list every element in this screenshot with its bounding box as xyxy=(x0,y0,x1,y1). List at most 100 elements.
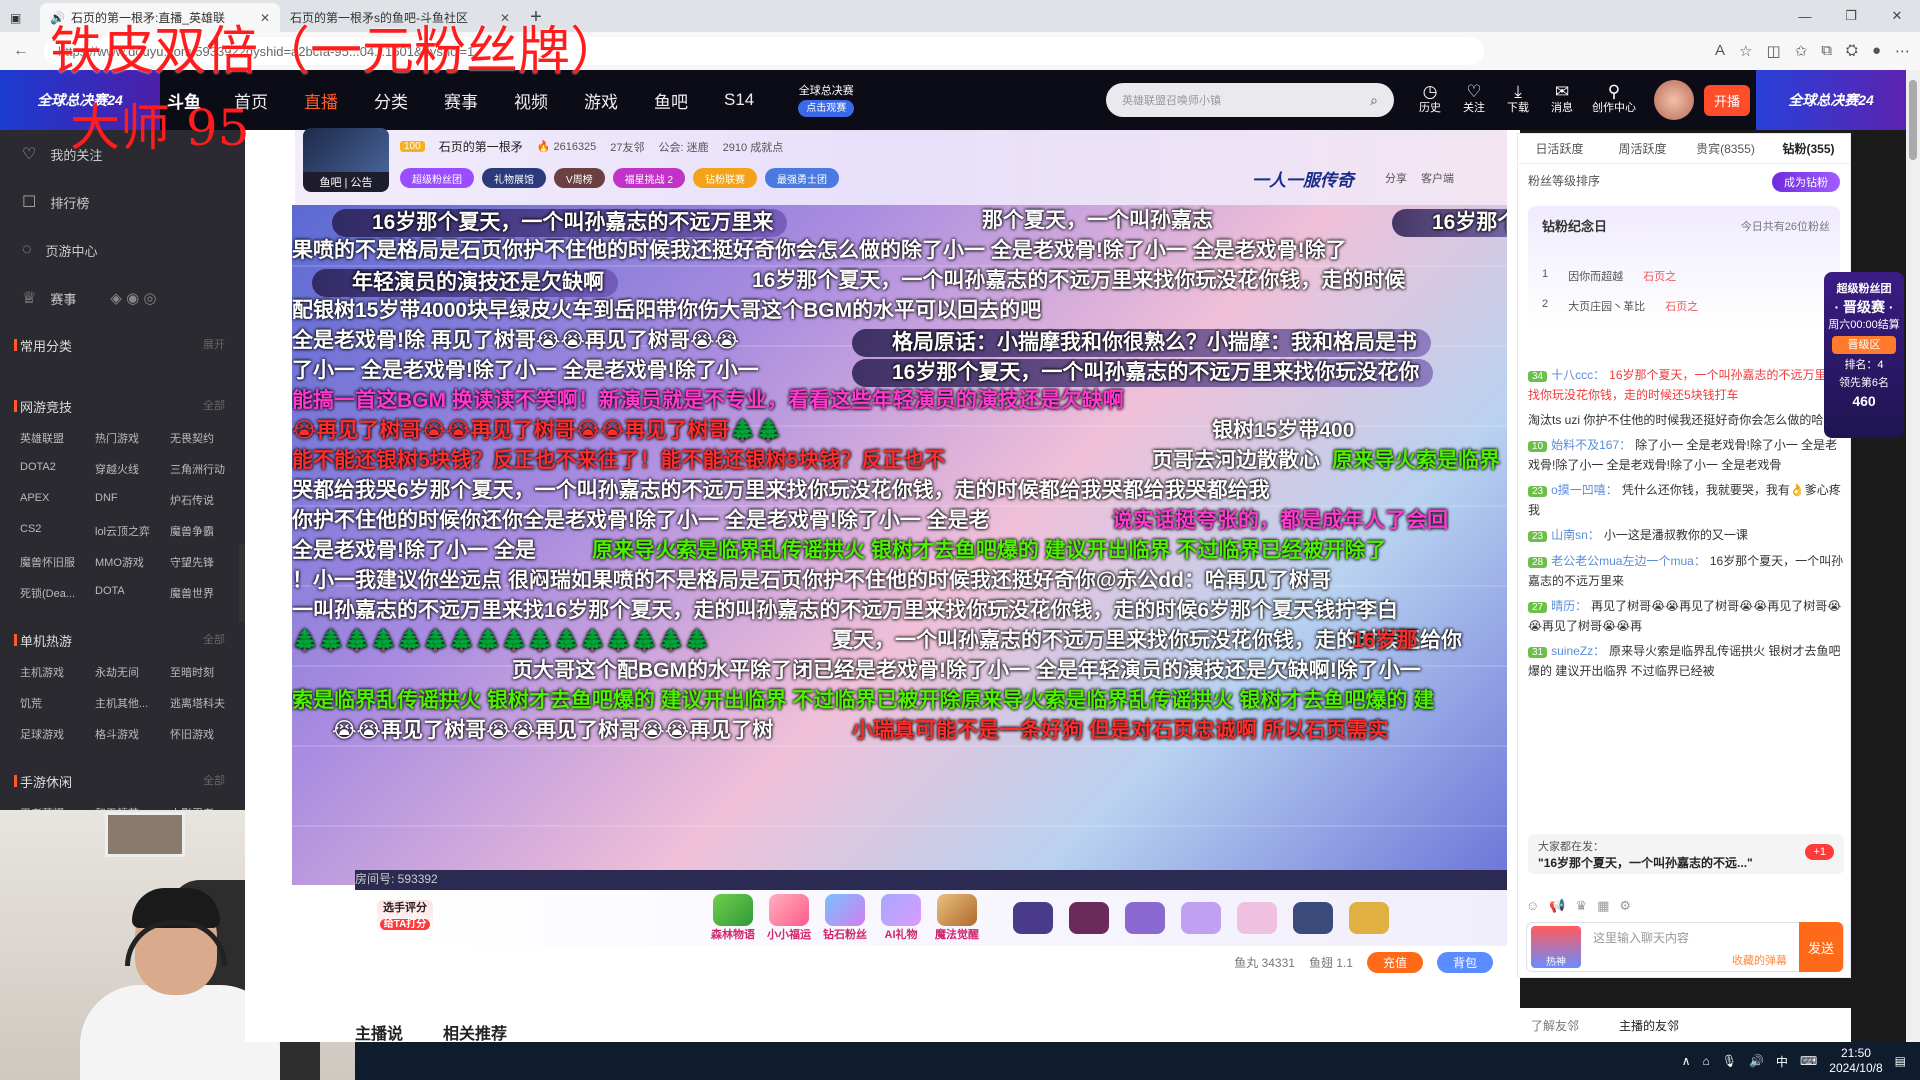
chat-username[interactable]: 山南sn： xyxy=(1551,528,1600,542)
trending-message[interactable]: 大家都在发： "16岁那个夏天，一个叫孙嘉志的不远..." +1 xyxy=(1528,834,1844,874)
live-video[interactable]: 16岁那个夏天，一个叫孙嘉志的不远万里来 那个夏天，一个叫孙嘉志 16岁那个夏天果喷… xyxy=(292,205,1507,885)
friends-count[interactable]: 27友邻 xyxy=(610,139,644,155)
gift-slot[interactable] xyxy=(1285,902,1341,934)
sidebar-game-link[interactable]: 永劫无间 xyxy=(95,664,170,680)
start-live-button[interactable]: 开播 xyxy=(1703,84,1750,116)
danmaku-comment[interactable]: ！小一我建议你坐远点 很闷瑞如果喷的不是格局是石页你护不住他的时候我还挺好奇你@… xyxy=(292,569,1331,593)
danmaku-comment[interactable]: 配银树15岁带4000块早绿皮火车到岳阳带你伤大哥这个BGM的水平可以回去的吧 xyxy=(292,299,1041,323)
sidebar-game-link[interactable]: 逃离塔科夫 xyxy=(170,695,245,711)
message-button[interactable]: ✉ 消息 xyxy=(1540,83,1584,116)
sidebar-game-link[interactable]: 三角洲行动 xyxy=(170,461,245,477)
sidebar-item-events[interactable]: ♕ 赛事 ◈ ◉ ◎ xyxy=(0,274,245,322)
browser-menu-icon[interactable]: ▣ xyxy=(0,3,40,32)
expand-link[interactable]: 展开 xyxy=(203,336,225,355)
learn-friends[interactable]: 了解友邻 xyxy=(1531,1017,1579,1034)
sidebar-game-link[interactable]: 热门游戏 xyxy=(95,430,170,446)
danmaku-comment[interactable]: 索是临界乱传谣拱火 银树才去鱼吧爆的 建议开出临界 不过临界已被开除原来导火索是… xyxy=(292,689,1434,713)
sidebar-game-link[interactable]: 饥荒 xyxy=(20,695,95,711)
section-header-netgame[interactable]: 网游竞技 全部 xyxy=(0,383,245,422)
danmaku-comment[interactable]: 全是老戏骨!除 再见了树哥😭😭再见了树哥😭😭 xyxy=(292,329,739,353)
danmaku-comment[interactable]: 果喷的不是格局是石页你护不住他的时候我还挺好奇你会怎么做的除了小一 全是老戏骨!… xyxy=(292,239,1347,263)
star-icon[interactable]: ☆ xyxy=(1739,42,1752,60)
section-header-mobile[interactable]: 手游休闲 全部 xyxy=(0,758,245,797)
gift-slot[interactable] xyxy=(1229,902,1285,934)
network-icon[interactable]: ⌂ xyxy=(1702,1054,1709,1068)
nav-s14[interactable]: S14 xyxy=(706,90,772,110)
hot-label[interactable]: 热神 xyxy=(1531,926,1581,968)
danmaku-comment[interactable]: 全是老戏骨!除了小一 全是 xyxy=(292,539,536,563)
sidebar-game-link[interactable]: 魔兽争霸 xyxy=(170,523,245,539)
sidebar-game-link[interactable]: DOTA xyxy=(95,585,170,601)
sidebar-game-link[interactable]: APEX xyxy=(20,492,95,508)
chat-username[interactable]: o摸一凹嘻： xyxy=(1551,483,1618,497)
memo-row[interactable]: 1 因你而超越 石页之 xyxy=(1542,268,1676,284)
nav-video[interactable]: 视频 xyxy=(496,88,566,113)
chat-username[interactable]: 十八ccc： xyxy=(1551,368,1605,382)
keyboard-icon[interactable]: ⌨ xyxy=(1800,1054,1817,1068)
share-button[interactable]: 分享 xyxy=(1385,170,1407,186)
gift-slot[interactable] xyxy=(1005,902,1061,934)
danmaku-comment[interactable]: 😭😭再见了树哥😭😭再见了树哥😭😭再见了树 xyxy=(332,719,773,743)
sidebar-game-link[interactable]: 无畏契约 xyxy=(170,430,245,446)
chat-message[interactable]: 34 十八ccc： 16岁那个夏天，一个叫孙嘉志的不远万里来找你玩没花你钱，走的时候… xyxy=(1528,366,1844,405)
sidebar-game-link[interactable]: 炉石传说 xyxy=(170,492,245,508)
nav-yuba[interactable]: 鱼吧 xyxy=(636,88,706,113)
gift-diamond[interactable]: 钻石粉丝 xyxy=(817,894,873,942)
nav-events[interactable]: 赛事 xyxy=(426,88,496,113)
danmaku-comment[interactable]: 😭再见了树哥😭😭再见了树哥😭😭再见了树哥🌲🌲 xyxy=(292,419,782,443)
chat-message[interactable]: 28 老公老公mua左边一个mua： 16岁那个夏天，一个叫孙嘉志的不远万里来 xyxy=(1528,552,1844,591)
search-input[interactable]: 英雄联盟召唤师小镇 ⌕ xyxy=(1105,83,1394,117)
chat-message[interactable]: 23 山南sn： 小一这是潘叔教你的又一课 xyxy=(1528,526,1844,546)
tab-daily[interactable]: 日活跃度 xyxy=(1518,134,1601,163)
search-icon[interactable]: ⌕ xyxy=(1370,92,1378,109)
sidebar-item-rank[interactable]: ☐ 排行榜 xyxy=(0,178,245,226)
streamer-friends[interactable]: 主播的友邻 xyxy=(1619,1017,1679,1034)
gift-luck[interactable]: 小小福运 xyxy=(761,894,817,942)
page-scrollbar[interactable] xyxy=(1906,70,1920,1042)
gift-forest[interactable]: 森林物语 xyxy=(705,894,761,942)
danmaku-comment[interactable]: 16岁那 xyxy=(1352,629,1417,653)
danmaku-comment[interactable]: 说实话挺夸张的，都是成年人了会回 xyxy=(1112,509,1448,533)
sort-label[interactable]: 粉丝等级排序 xyxy=(1528,172,1600,192)
user-avatar[interactable] xyxy=(1653,80,1694,120)
sidebar-game-link[interactable]: 英雄联盟 xyxy=(20,430,95,446)
sidebar-game-link[interactable]: lol云顶之弈 xyxy=(95,523,170,539)
all-link[interactable]: 全部 xyxy=(203,772,225,791)
recharge-button[interactable]: 充值 xyxy=(1366,951,1423,973)
sidebar-game-link[interactable]: 至暗时刻 xyxy=(170,664,245,680)
taskbar-clock[interactable]: 21:50 2024/10/8 xyxy=(1829,1046,1882,1076)
ime-indicator[interactable]: 中 xyxy=(1776,1053,1788,1070)
sidebar-game-link[interactable]: 主机其他... xyxy=(95,695,170,711)
danmaku-comment[interactable]: 🌲🌲🌲🌲🌲🌲🌲🌲🌲🌲🌲🌲🌲🌲🌲🌲 xyxy=(292,629,710,653)
super-fans-widget[interactable]: 超级粉丝团 · 晋级赛 · 周六00:00结算 晋级区 排名：4 领先第6名 4… xyxy=(1824,272,1904,438)
tab-weekly[interactable]: 周活跃度 xyxy=(1601,134,1684,163)
bag-button[interactable]: 背包 xyxy=(1436,951,1493,973)
tab-vip[interactable]: 贵宾(8355) xyxy=(1684,134,1767,163)
chat-message[interactable]: 23 o摸一凹嘻： 凭什么还你钱，我就要哭，我有👌爹心疼我 xyxy=(1528,481,1844,520)
worlds-watch-button[interactable]: 点击观赛 xyxy=(798,100,855,117)
gift-magic[interactable]: 魔法觉醒 xyxy=(929,894,985,942)
danmaku-comment[interactable]: 原来导火索是临界 xyxy=(1332,449,1500,473)
badge-v-weekly[interactable]: V周榜 xyxy=(554,168,605,188)
badge-lucky-challenge[interactable]: 福星挑战 2 xyxy=(612,168,686,188)
sidebar-game-link[interactable]: CS2 xyxy=(20,523,95,539)
back-icon[interactable]: ← xyxy=(10,42,32,60)
nav-live[interactable]: 直播 xyxy=(286,88,356,113)
gift-slot[interactable] xyxy=(1117,902,1173,934)
common-category-header[interactable]: 常用分类 展开 xyxy=(0,322,245,361)
chat-message[interactable]: 淘汰ts uzi 你护不住他的时候我还挺好奇你会怎么做的哈哈 xyxy=(1528,411,1844,430)
worlds-promo[interactable]: 全球总决赛 点击观赛 xyxy=(798,83,855,117)
profile-icon[interactable]: ● xyxy=(1872,42,1881,60)
streamer-name[interactable]: 石页的第一根矛 xyxy=(439,138,523,155)
chat-username[interactable]: 始料不及167： xyxy=(1551,438,1631,452)
favorites-icon[interactable]: ✩ xyxy=(1795,42,1808,60)
mic-icon[interactable]: 🎙 xyxy=(1722,1054,1737,1068)
gift-ai[interactable]: AI礼物 xyxy=(873,894,929,942)
sidebar-game-link[interactable]: MMO游戏 xyxy=(95,554,170,570)
more-icon[interactable]: ⋯ xyxy=(1895,42,1910,60)
section-header-single[interactable]: 单机热游 全部 xyxy=(0,617,245,656)
color-icon[interactable]: ▦ xyxy=(1597,898,1609,914)
danmaku-comment[interactable]: 了小一 全是老戏骨!除了小一 全是老戏骨!除了小一 xyxy=(292,359,759,383)
achievement-points[interactable]: 2910 成就点 xyxy=(723,139,784,155)
client-button[interactable]: 客户端 xyxy=(1421,170,1454,186)
